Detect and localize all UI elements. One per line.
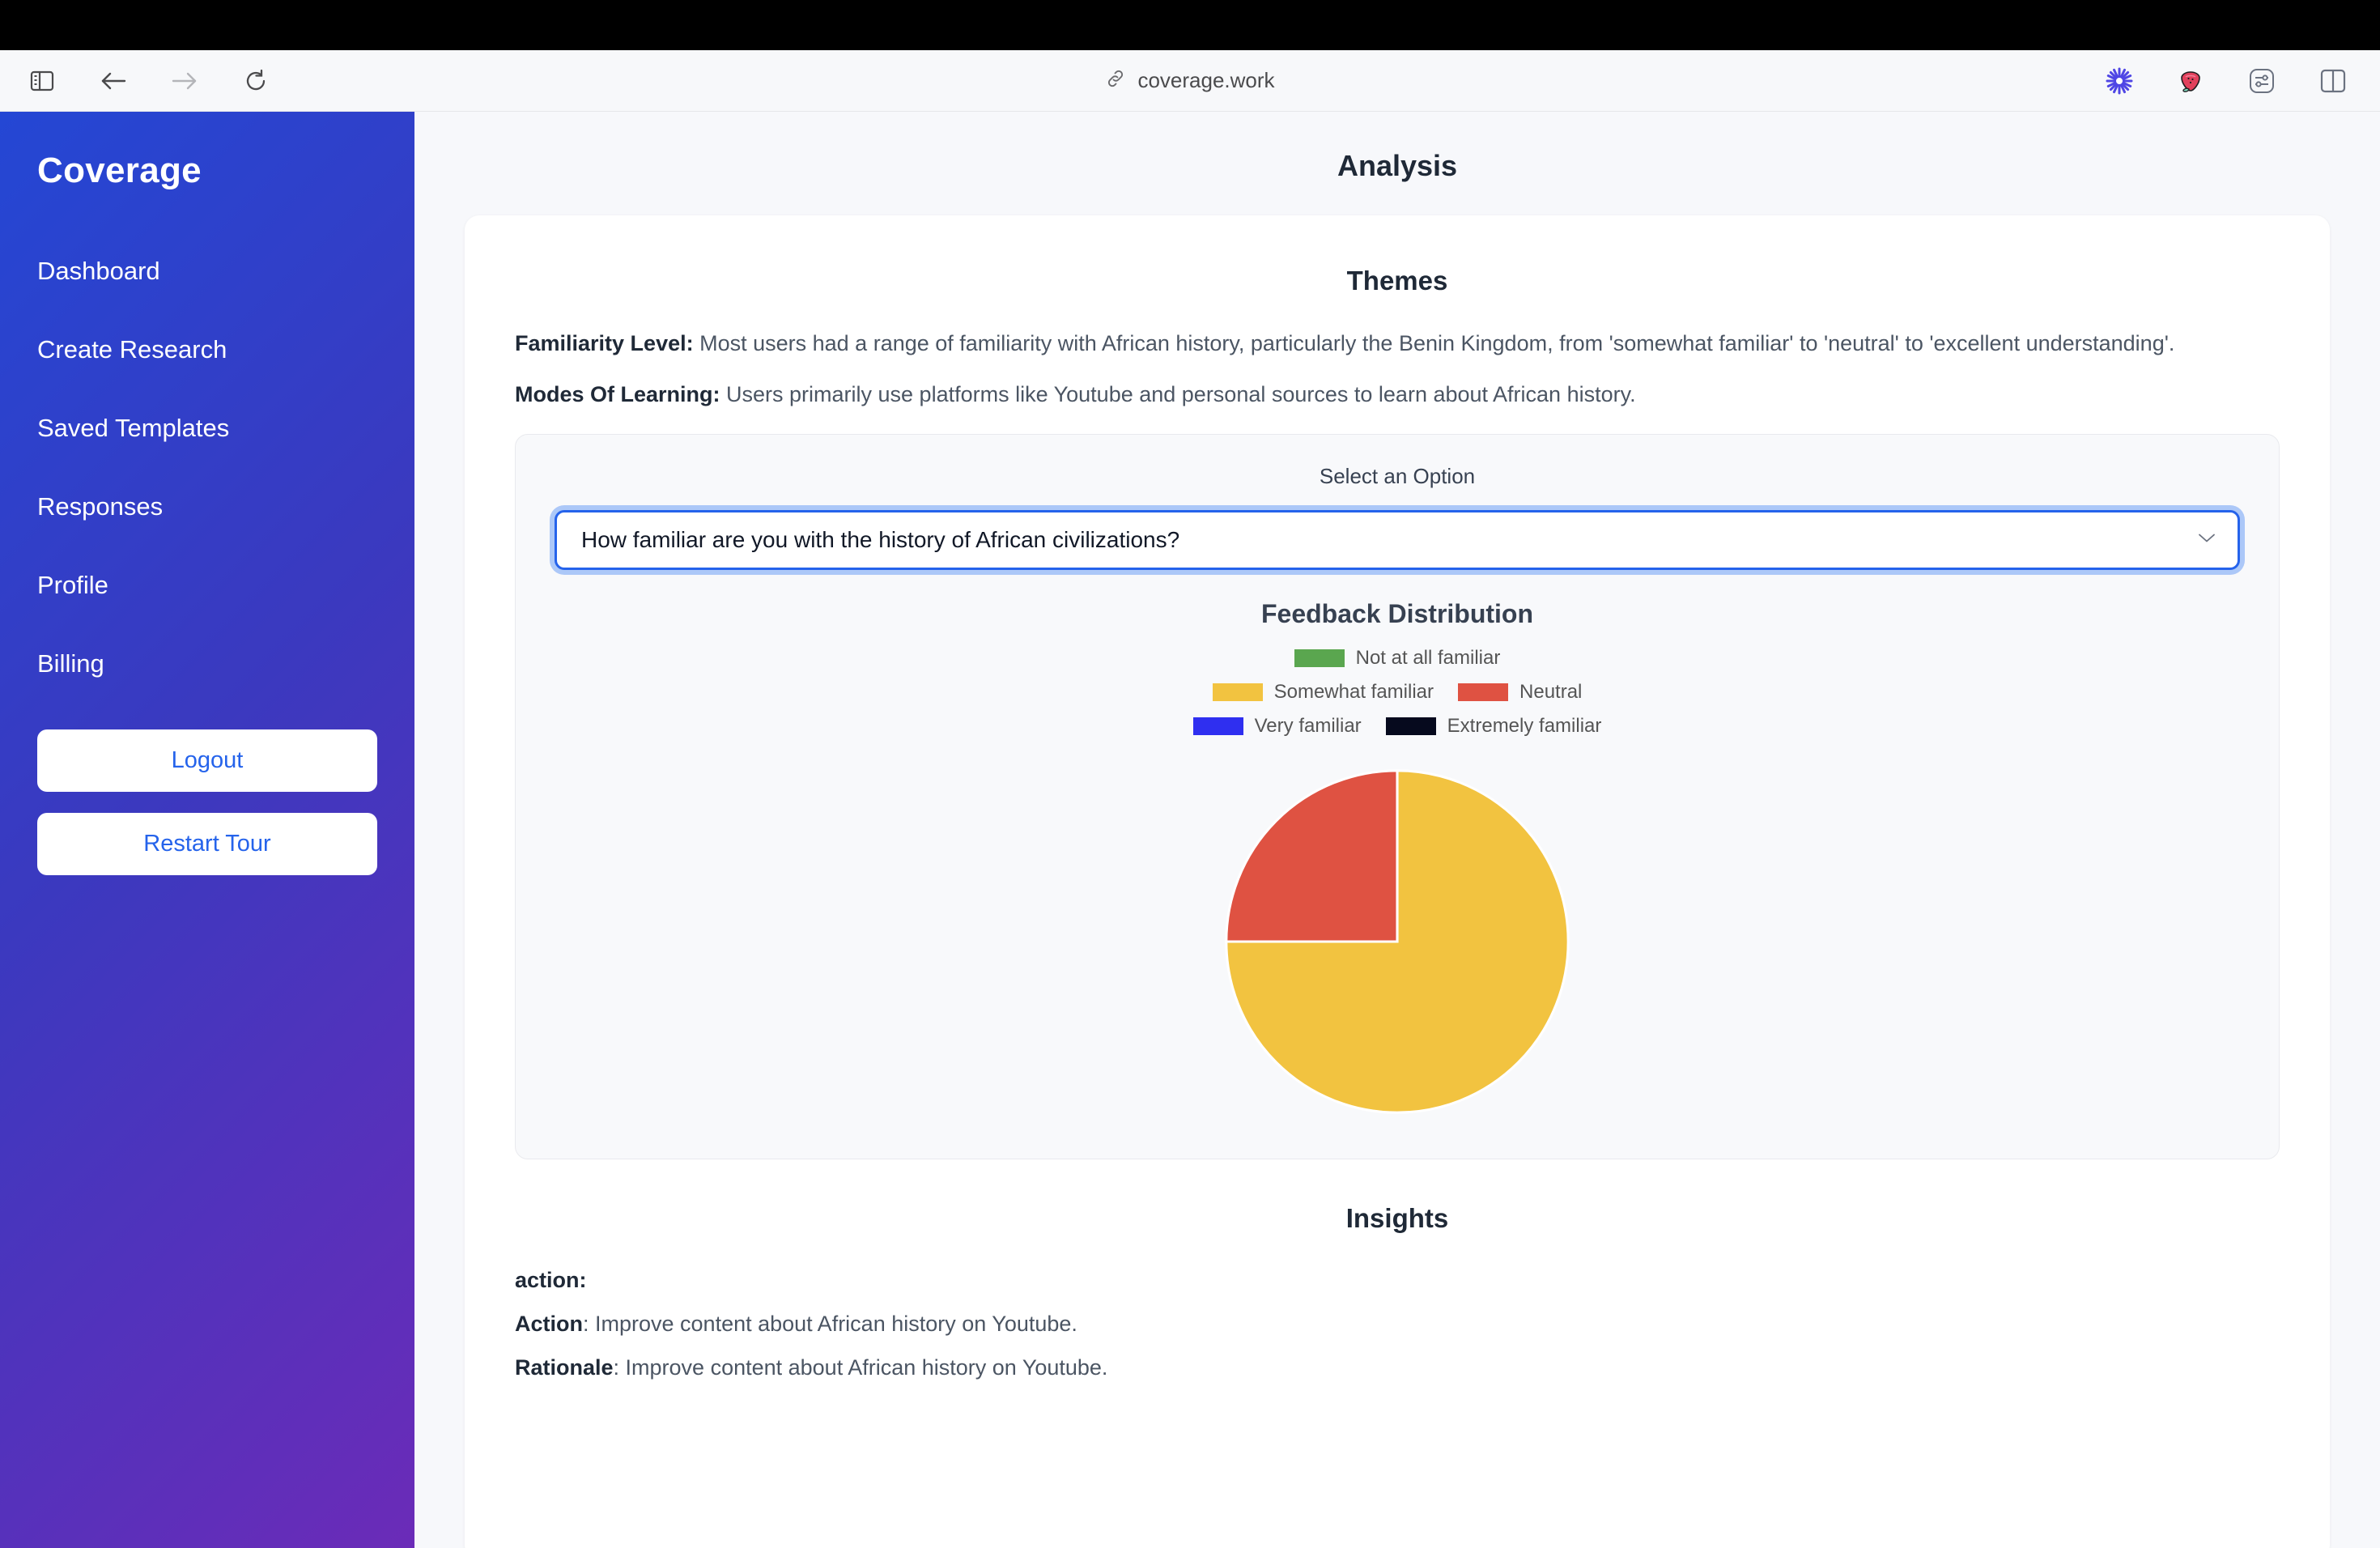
question-select-value: How familiar are you with the history of… — [581, 527, 1180, 553]
pie-slice[interactable] — [1225, 769, 1399, 943]
legend-item-neutral[interactable]: Neutral — [1458, 681, 1582, 704]
pie-chart[interactable] — [1219, 763, 1575, 1120]
legend-item-not-at-all-familiar[interactable]: Not at all familiar — [1294, 647, 1501, 670]
legend-item-very-familiar[interactable]: Very familiar — [1192, 715, 1362, 738]
legend-label: Not at all familiar — [1355, 647, 1501, 670]
page-title: Analysis — [1337, 149, 1458, 182]
sidebar-toggle-icon[interactable] — [24, 63, 60, 99]
legend-swatch — [1385, 717, 1436, 736]
toolbar-nav-group — [0, 63, 274, 99]
restart-tour-button[interactable]: Restart Tour — [37, 812, 377, 875]
reload-icon[interactable] — [238, 63, 274, 99]
sidebar-item-create-research[interactable]: Create Research — [37, 335, 377, 364]
legend-row-2: Somewhat familiar Neutral — [1212, 681, 1582, 704]
toolbar-extensions — [2102, 63, 2380, 99]
insight-text: : Improve content about African history … — [583, 1312, 1077, 1337]
insight-text: : Improve content about African history … — [613, 1354, 1108, 1380]
link-icon — [1105, 68, 1126, 93]
insights-group-label: action: — [465, 1265, 2330, 1297]
chart-legend: Not at all familiar Somewhat familiar Ne… — [551, 647, 2243, 738]
browser-toolbar: coverage.work — [0, 50, 2380, 112]
insight-label: Rationale — [515, 1354, 614, 1380]
legend-swatch — [1212, 683, 1263, 702]
legend-swatch — [1294, 649, 1345, 668]
theme-label: Modes Of Learning: — [515, 382, 720, 407]
themes-heading: Themes — [1346, 266, 1448, 296]
legend-item-extremely-familiar[interactable]: Extremely familiar — [1385, 715, 1602, 738]
theme-text: Users primarily use platforms like Youtu… — [720, 382, 1636, 407]
theme-modes-of-learning: Modes Of Learning: Users primarily use p… — [465, 378, 2330, 411]
asterisk-burst-icon[interactable] — [2102, 63, 2137, 99]
insight-rationale: Rationale: Improve content about African… — [465, 1352, 2330, 1384]
main-content: Analysis Themes Familiarity Level: Most … — [414, 112, 2380, 1548]
question-select-wrapper: How familiar are you with the history of… — [551, 510, 2243, 571]
legend-item-somewhat-familiar[interactable]: Somewhat familiar — [1212, 681, 1434, 704]
address-bar[interactable]: coverage.work — [0, 50, 2380, 111]
strawberry-icon[interactable] — [2173, 63, 2208, 99]
title-bar — [0, 0, 2380, 50]
legend-row-3: Very familiar Extremely familiar — [1192, 715, 1602, 738]
sidebar-item-saved-templates[interactable]: Saved Templates — [37, 415, 377, 442]
sidebar-item-profile[interactable]: Profile — [37, 572, 377, 599]
insights-heading: Insights — [1345, 1203, 1449, 1234]
split-view-icon[interactable] — [2315, 63, 2351, 99]
theme-label: Familiarity Level: — [515, 331, 694, 355]
legend-row-1: Not at all familiar — [1294, 647, 1501, 670]
app-body: Coverage Dashboard Create Research Saved… — [0, 112, 2380, 1548]
select-option-label: Select an Option — [1319, 464, 1476, 489]
chart-panel: Select an Option How familiar are you wi… — [515, 434, 2280, 1160]
legend-swatch — [1458, 683, 1509, 702]
url-text: coverage.work — [1137, 68, 1275, 92]
sidebar-actions: Logout Restart Tour — [37, 729, 377, 875]
theme-text: Most users had a range of familiarity wi… — [693, 331, 2175, 355]
question-select[interactable]: How familiar are you with the history of… — [555, 510, 2240, 571]
theme-familiarity-level: Familiarity Level: Most users had a rang… — [465, 327, 2330, 360]
sidebar-item-responses[interactable]: Responses — [37, 493, 377, 521]
brand-title: Coverage — [37, 151, 202, 190]
back-arrow-icon[interactable] — [96, 63, 131, 99]
sidebar-item-billing[interactable]: Billing — [37, 650, 377, 678]
browser-window: coverage.work Coverage Dashboard Create … — [0, 0, 2380, 1548]
sidebar: Coverage Dashboard Create Research Saved… — [0, 112, 414, 1548]
chart-title: Feedback Distribution — [1260, 599, 1534, 629]
sidebar-item-dashboard[interactable]: Dashboard — [37, 257, 377, 285]
sliders-icon[interactable] — [2244, 63, 2280, 99]
insight-action: Action: Improve content about African hi… — [465, 1308, 2330, 1341]
legend-swatch — [1192, 717, 1243, 736]
legend-label: Extremely familiar — [1447, 715, 1602, 738]
legend-label: Very familiar — [1254, 715, 1362, 738]
analysis-card: Themes Familiarity Level: Most users had… — [465, 215, 2330, 1548]
insights-section: Insights action: Action: Improve content… — [465, 1203, 2330, 1384]
pie-chart-area — [551, 763, 2243, 1120]
logout-button[interactable]: Logout — [37, 729, 377, 792]
legend-label: Neutral — [1519, 681, 1583, 704]
legend-label: Somewhat familiar — [1273, 681, 1434, 704]
insight-label: Action — [515, 1312, 583, 1337]
forward-arrow-icon[interactable] — [167, 63, 202, 99]
insights-group-label-text: action: — [515, 1268, 587, 1293]
